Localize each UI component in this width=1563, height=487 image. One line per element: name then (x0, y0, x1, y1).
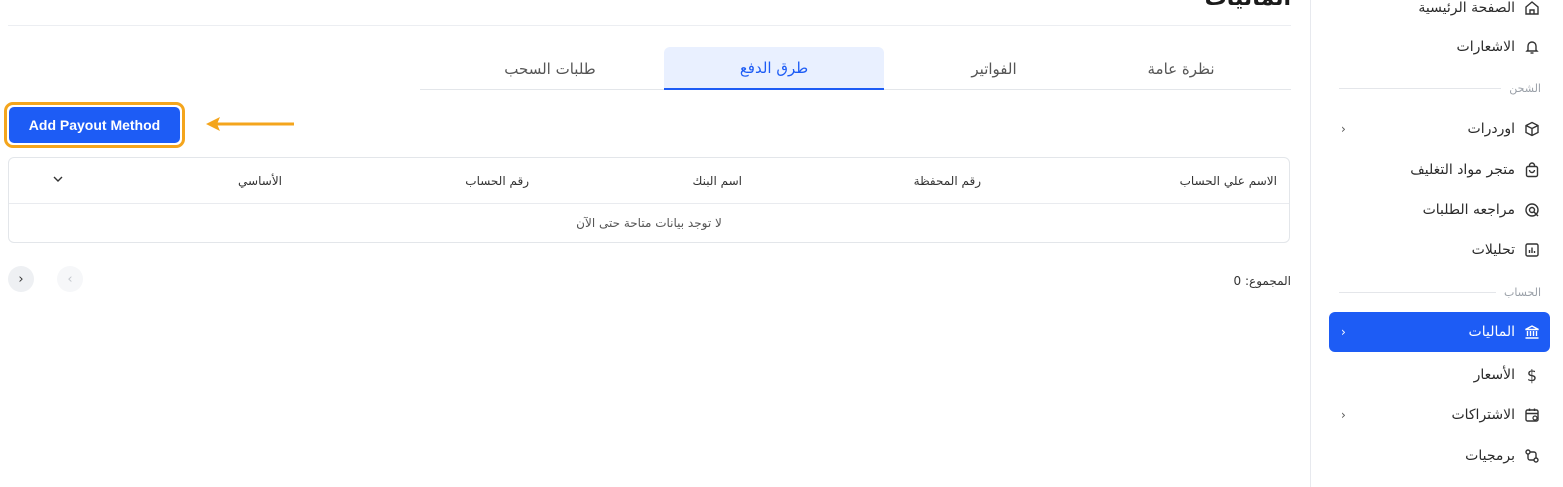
section-label: الشحن (1509, 81, 1541, 95)
review-icon (1523, 201, 1541, 219)
column-header: رقم الحساب (465, 174, 529, 188)
chevron-right-icon: › (18, 271, 24, 287)
section-account: الحساب (1339, 285, 1541, 299)
chart-icon (1523, 241, 1541, 259)
sidebar-item-label: برمجيات (1465, 448, 1515, 464)
empty-state: لا توجد بيانات متاحة حتى الآن (576, 216, 722, 230)
sidebar-item-analytics[interactable]: تحليلات (1329, 230, 1541, 270)
sidebar: الصفحة الرئيسية الاشعارات الشحن اوردرات … (1310, 0, 1563, 487)
tab-payment-methods[interactable]: طرق الدفع (664, 47, 884, 90)
sidebar-item-label: الاشتراكات (1451, 407, 1515, 423)
sidebar-item-label: الماليات (1468, 324, 1515, 340)
tab-invoices[interactable]: الفواتير (884, 47, 1104, 90)
tab-overview[interactable]: نظرة عامة (1071, 47, 1291, 90)
add-payout-method-button[interactable]: Add Payout Method (4, 102, 185, 148)
chevron-right-icon: › (1341, 325, 1346, 339)
column-header: رقم المحفظة (913, 174, 981, 188)
page-title: الماليات (1205, 0, 1291, 11)
add-payout-method-label: Add Payout Method (9, 107, 180, 143)
table-header: الاسم علي الحساب رقم المحفظة اسم البنك ر… (9, 158, 1289, 204)
sidebar-item-label: الصفحة الرئيسية (1418, 0, 1515, 16)
column-header: الاسم علي الحساب (1179, 174, 1277, 188)
sidebar-item-label: متجر مواد التغليف (1410, 162, 1515, 178)
divider (8, 25, 1291, 26)
sidebar-item-label: الأسعار (1473, 367, 1515, 383)
chevron-down-icon[interactable] (53, 172, 63, 186)
previous-page-button[interactable]: ‹ (57, 266, 83, 292)
sidebar-item-label: اوردرات (1467, 121, 1515, 137)
tab-bar: نظرة عامة الفواتير طرق الدفع طلبات السحب (420, 47, 1291, 90)
sidebar-item-label: تحليلات (1471, 242, 1515, 258)
sidebar-item-orders[interactable]: اوردرات › (1329, 109, 1541, 149)
sidebar-item-home[interactable]: الصفحة الرئيسية (1329, 0, 1541, 28)
sidebar-item-pricing[interactable]: $ الأسعار (1329, 355, 1541, 395)
chevron-right-icon: › (1341, 122, 1346, 136)
section-label: الحساب (1503, 285, 1541, 299)
sidebar-item-label: الاشعارات (1456, 39, 1515, 55)
divider (1339, 87, 1502, 89)
total-count: المجموع: 0 (1233, 274, 1291, 288)
arrow-left-icon (206, 117, 294, 131)
tab-withdrawal-requests[interactable]: طلبات السحب (440, 47, 660, 90)
sidebar-item-packaging-store[interactable]: متجر مواد التغليف (1329, 150, 1541, 190)
sidebar-item-subscriptions[interactable]: الاشتراكات › (1329, 395, 1541, 435)
sidebar-item-software[interactable]: برمجيات (1329, 436, 1541, 476)
dollar-icon: $ (1526, 365, 1538, 385)
column-header: اسم البنك (692, 174, 742, 188)
api-icon (1523, 447, 1541, 465)
sidebar-item-notifications[interactable]: الاشعارات (1329, 27, 1541, 67)
bank-icon (1523, 323, 1541, 341)
calendar-icon (1523, 406, 1541, 424)
column-header: الأساسي (238, 174, 282, 188)
home-icon (1523, 0, 1541, 17)
sidebar-item-order-review[interactable]: مراجعه الطلبات (1329, 190, 1541, 230)
sidebar-item-finance[interactable]: الماليات › (1329, 312, 1550, 352)
sidebar-item-label: مراجعه الطلبات (1422, 202, 1515, 218)
section-shipping: الشحن (1339, 81, 1541, 95)
box-icon (1523, 120, 1541, 138)
bell-icon (1523, 38, 1541, 56)
divider (1339, 291, 1496, 293)
payout-methods-table: الاسم علي الحساب رقم المحفظة اسم البنك ر… (8, 157, 1290, 243)
chevron-left-icon: ‹ (67, 271, 73, 287)
chevron-right-icon: › (1341, 408, 1346, 422)
next-page-button[interactable]: › (8, 266, 34, 292)
shopping-bag-icon (1523, 161, 1541, 179)
